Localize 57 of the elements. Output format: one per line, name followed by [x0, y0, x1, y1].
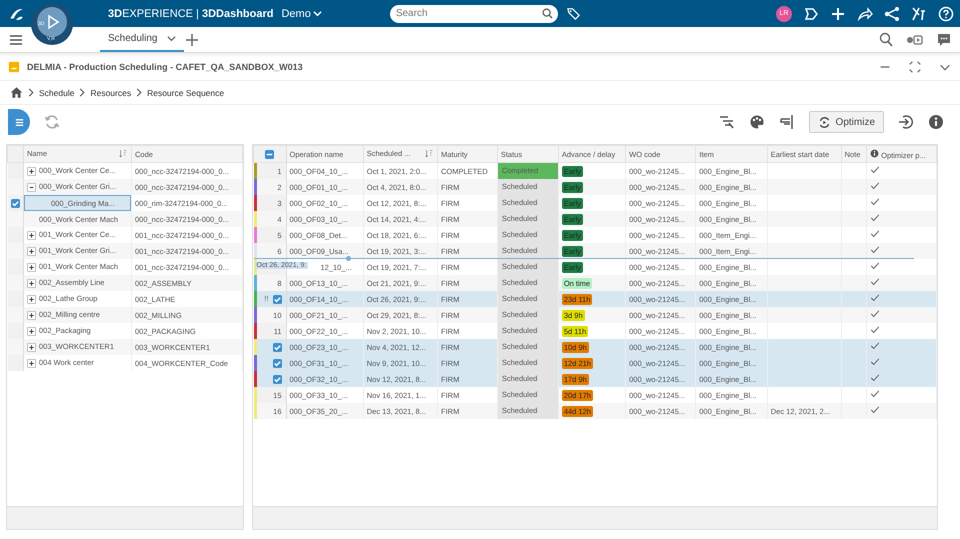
widget-title: DELMIA - Production Scheduling - CAFET_QA_SANDBOX_W013	[27, 62, 303, 72]
chevron-right-icon	[28, 88, 34, 97]
search-field[interactable]: Search	[390, 4, 538, 22]
row-checkbox[interactable]	[272, 342, 282, 352]
panel-toggle-button[interactable]	[8, 109, 30, 135]
dashboard-tab[interactable]: Scheduling	[100, 27, 184, 52]
expand-icon[interactable]	[27, 230, 36, 240]
help-icon[interactable]	[938, 6, 954, 22]
expand-icon[interactable]	[27, 342, 36, 352]
widget-icon	[8, 60, 20, 72]
add-tab-icon[interactable]	[184, 32, 200, 48]
expand-icon[interactable]	[27, 166, 36, 176]
sort-icon[interactable]	[118, 148, 128, 158]
list-icon[interactable]	[14, 116, 24, 128]
breadcrumb-link[interactable]: Resources	[90, 88, 132, 98]
sign-in-icon[interactable]	[898, 114, 914, 130]
tag-icon[interactable]	[566, 6, 581, 21]
home-icon[interactable]	[10, 86, 23, 99]
search-icon[interactable]	[878, 32, 894, 48]
collapse-icon[interactable]	[27, 182, 36, 192]
caret-icon[interactable]	[167, 34, 176, 43]
breadcrumb-link[interactable]: Schedule	[39, 88, 74, 98]
space-dropdown[interactable]: Demo	[281, 8, 322, 20]
row-checkbox[interactable]	[272, 358, 282, 368]
breadcrumb-link[interactable]: Resource Sequence	[147, 88, 224, 98]
comment-icon[interactable]	[936, 32, 952, 48]
expand-icon[interactable]	[27, 310, 36, 320]
info-icon[interactable]	[870, 148, 880, 158]
expand-icon[interactable]	[27, 246, 36, 256]
align-icon[interactable]	[778, 114, 795, 130]
share-icon[interactable]	[857, 6, 873, 22]
optimize-icon[interactable]	[818, 116, 831, 128]
search-icon[interactable]	[542, 8, 554, 19]
row-checkbox[interactable]	[10, 198, 20, 208]
expand-icon[interactable]	[27, 262, 36, 272]
row-checkbox[interactable]	[272, 374, 282, 384]
select-all-checkbox[interactable]	[265, 150, 274, 159]
palette-icon[interactable]	[748, 114, 765, 130]
filter-lines-icon[interactable]	[718, 114, 735, 130]
expand-icon[interactable]	[27, 358, 36, 368]
chevron-right-icon	[79, 88, 86, 97]
maximize-icon[interactable]	[908, 60, 922, 74]
search-button[interactable]	[538, 4, 558, 22]
app-brand: 3DEXPERIENCE | 3DDashboard	[108, 8, 274, 20]
expand-icon[interactable]	[27, 326, 36, 336]
expand-icon[interactable]	[27, 278, 36, 288]
caret-icon[interactable]	[312, 9, 322, 18]
row-checkbox[interactable]	[272, 294, 282, 304]
speech-bubble-icon[interactable]	[803, 6, 819, 22]
compass-shortcut-icon[interactable]	[911, 6, 927, 22]
add-icon[interactable]	[830, 6, 846, 22]
info-icon[interactable]	[928, 114, 944, 130]
expand-icon[interactable]	[27, 294, 36, 304]
sort-icon[interactable]	[425, 148, 434, 158]
chevron-right-icon	[136, 88, 142, 97]
optimize-button[interactable]: Optimize	[808, 111, 884, 133]
network-icon[interactable]	[884, 6, 900, 22]
